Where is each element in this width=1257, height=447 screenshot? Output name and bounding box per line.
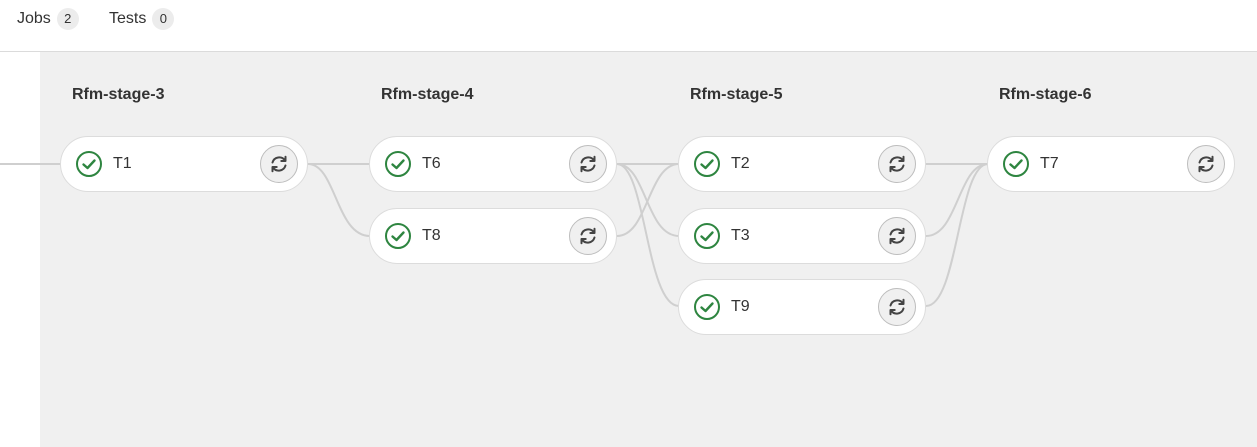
retry-icon: [580, 155, 596, 173]
check-circle-icon: [694, 294, 720, 320]
check-circle-icon: [385, 151, 411, 177]
tab-jobs-count: 2: [56, 8, 79, 30]
retry-button[interactable]: [878, 145, 916, 183]
check-circle-icon: [694, 223, 720, 249]
retry-icon: [1198, 155, 1214, 173]
stage-title-rfm-stage-4: Rfm-stage-4: [381, 86, 474, 103]
tab-jobs-label: Jobs: [17, 10, 51, 27]
job-t2[interactable]: T2: [678, 136, 926, 192]
retry-button[interactable]: [878, 288, 916, 326]
retry-icon: [889, 298, 905, 316]
check-circle-icon: [694, 151, 720, 177]
job-name: T9: [731, 298, 750, 315]
retry-icon: [580, 227, 596, 245]
check-circle-icon: [76, 151, 102, 177]
pipeline-graph: [40, 52, 1257, 447]
check-circle-icon: [1003, 151, 1029, 177]
job-name: T3: [731, 227, 750, 244]
job-name: T1: [113, 155, 132, 172]
tab-jobs[interactable]: Jobs 2: [17, 8, 79, 30]
retry-icon: [271, 155, 287, 173]
job-name: T6: [422, 155, 441, 172]
job-name: T7: [1040, 155, 1059, 172]
tab-tests-label: Tests: [109, 10, 147, 27]
retry-button[interactable]: [1187, 145, 1225, 183]
retry-button[interactable]: [569, 217, 607, 255]
stage-title-rfm-stage-3: Rfm-stage-3: [72, 86, 165, 103]
job-t9[interactable]: T9: [678, 279, 926, 335]
tab-tests-count: 0: [152, 8, 175, 30]
job-t6[interactable]: T6: [369, 136, 617, 192]
job-t7[interactable]: T7: [987, 136, 1235, 192]
stage-title-rfm-stage-5: Rfm-stage-5: [690, 86, 783, 103]
tab-tests[interactable]: Tests 0: [109, 8, 175, 30]
job-t1[interactable]: T1: [60, 136, 308, 192]
retry-button[interactable]: [260, 145, 298, 183]
stage-title-rfm-stage-6: Rfm-stage-6: [999, 86, 1092, 103]
retry-button[interactable]: [878, 217, 916, 255]
retry-icon: [889, 227, 905, 245]
retry-button[interactable]: [569, 145, 607, 183]
job-name: T2: [731, 155, 750, 172]
job-t8[interactable]: T8: [369, 208, 617, 264]
pipeline-tabs: Jobs 2 Tests 0: [0, 0, 1257, 52]
retry-icon: [889, 155, 905, 173]
job-t3[interactable]: T3: [678, 208, 926, 264]
check-circle-icon: [385, 223, 411, 249]
job-name: T8: [422, 227, 441, 244]
